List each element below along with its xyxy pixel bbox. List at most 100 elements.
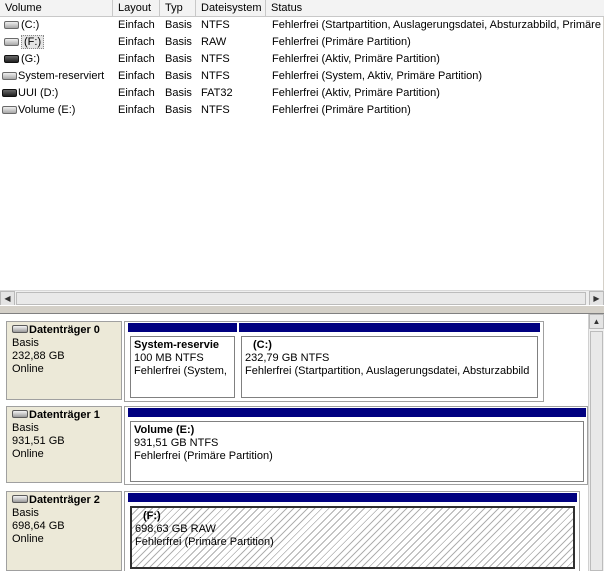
status-cell: Fehlerfrei (Aktiv, Primäre Partition) <box>272 87 440 99</box>
disk-name: Datenträger 0 <box>29 324 100 336</box>
disk-title: Datenträger 0 <box>12 324 121 337</box>
disk-title: Datenträger 1 <box>12 409 121 422</box>
disk-title: Datenträger 2 <box>12 494 121 507</box>
partition-size: 232,79 GB NTFS <box>245 352 330 364</box>
volume-cell: (G:) <box>4 51 112 68</box>
scroll-up-button[interactable]: ▲ <box>589 314 604 329</box>
status-cell: Fehlerfrei (Primäre Partition) <box>272 104 411 116</box>
vertical-scrollbar[interactable]: ▲ <box>588 314 604 571</box>
volume-name: (G:) <box>21 53 40 65</box>
layout-cell: Einfach <box>118 87 155 99</box>
drive-icon <box>2 72 17 80</box>
partition-size: 698,63 GB RAW <box>135 523 216 535</box>
type-cell: Basis <box>165 87 192 99</box>
volume-row[interactable]: (G:) Einfach Basis NTFS Fehlerfrei (Akti… <box>0 51 604 68</box>
vertical-scroll-thumb[interactable] <box>590 331 603 571</box>
filesystem-cell: NTFS <box>201 19 230 31</box>
volume-cell: UUI (D:) <box>2 85 114 102</box>
pane-splitter[interactable] <box>0 305 604 314</box>
partition-name: System-reservie <box>134 339 220 351</box>
column-header-type[interactable]: Typ <box>160 0 196 17</box>
status-cell: Fehlerfrei (Aktiv, Primäre Partition) <box>272 53 440 65</box>
partition-block[interactable]: (C:) 232,79 GB NTFS Fehlerfrei (Startpar… <box>239 323 540 398</box>
disk-type: Basis <box>12 507 39 519</box>
hard-disk-icon <box>12 495 28 503</box>
status-cell: Fehlerfrei (Primäre Partition) <box>272 36 411 48</box>
volume-row[interactable]: Volume (E:) Einfach Basis NTFS Fehlerfre… <box>0 102 604 119</box>
partition-body: (C:) 232,79 GB NTFS Fehlerfrei (Startpar… <box>241 336 538 398</box>
scroll-right-button[interactable]: ▶ <box>589 291 604 306</box>
partition-status: Fehlerfrei (Primäre Partition) <box>134 450 273 462</box>
filesystem-cell: NTFS <box>201 104 230 116</box>
layout-cell: Einfach <box>118 104 155 116</box>
drive-icon <box>2 106 17 114</box>
filesystem-cell: NTFS <box>201 70 230 82</box>
column-header-filesystem[interactable]: Dateisystem <box>196 0 266 17</box>
disk-partition-area: Volume (E:) 931,51 GB NTFS Fehlerfrei (P… <box>124 406 588 485</box>
disk-state: Online <box>12 448 44 460</box>
arrow-right-icon: ▶ <box>593 294 600 303</box>
disk-name: Datenträger 2 <box>29 494 100 506</box>
volume-cell: Volume (E:) <box>2 102 114 119</box>
volume-row[interactable]: UUI (D:) Einfach Basis FAT32 Fehlerfrei … <box>0 85 604 102</box>
scroll-left-button[interactable]: ◀ <box>0 291 15 306</box>
hard-disk-icon <box>12 410 28 418</box>
volume-row[interactable]: (F:) Einfach Basis RAW Fehlerfrei (Primä… <box>0 34 604 51</box>
horizontal-scrollbar[interactable]: ◀ ▶ <box>0 290 604 306</box>
volume-name: UUI (D:) <box>18 87 59 99</box>
arrow-left-icon: ◀ <box>4 294 11 303</box>
disk-info-panel[interactable]: Datenträger 1 Basis 931,51 GB Online <box>6 406 122 483</box>
volume-row[interactable]: (C:) Einfach Basis NTFS Fehlerfrei (Star… <box>0 17 604 34</box>
disk-info-panel[interactable]: Datenträger 2 Basis 698,64 GB Online <box>6 491 122 571</box>
partition-bar <box>128 323 237 332</box>
hard-disk-icon <box>12 325 28 333</box>
status-cell: Fehlerfrei (System, Aktiv, Primäre Parti… <box>272 70 483 82</box>
partition-name: (F:) <box>143 510 161 522</box>
type-cell: Basis <box>165 70 192 82</box>
arrow-up-icon: ▲ <box>592 317 601 326</box>
horizontal-scroll-thumb[interactable] <box>16 292 586 305</box>
partition-size: 931,51 GB NTFS <box>134 437 219 449</box>
status-cell: Fehlerfrei (Startpartition, Auslagerungs… <box>272 19 604 31</box>
partition-bar <box>128 408 586 417</box>
partition-name: Volume (E:) <box>134 424 195 436</box>
layout-cell: Einfach <box>118 36 155 48</box>
partition-body: System-reservie 100 MB NTFS Fehlerfrei (… <box>130 336 235 398</box>
disk-partition-area: System-reservie 100 MB NTFS Fehlerfrei (… <box>124 321 544 402</box>
layout-cell: Einfach <box>118 53 155 65</box>
volume-row[interactable]: System-reserviert Einfach Basis NTFS Feh… <box>0 68 604 85</box>
type-cell: Basis <box>165 104 192 116</box>
disk-type: Basis <box>12 337 39 349</box>
partition-block[interactable]: System-reservie 100 MB NTFS Fehlerfrei (… <box>128 323 237 398</box>
disk-size: 232,88 GB <box>12 350 65 362</box>
volume-name: (C:) <box>21 19 40 31</box>
partition-body: Volume (E:) 931,51 GB NTFS Fehlerfrei (P… <box>130 421 584 482</box>
disk-name: Datenträger 1 <box>29 409 100 421</box>
type-cell: Basis <box>165 19 192 31</box>
partition-status: Fehlerfrei (System, <box>134 365 227 377</box>
disk-state: Online <box>12 533 44 545</box>
layout-cell: Einfach <box>118 19 155 31</box>
volume-name: System-reserviert <box>18 70 105 82</box>
partition-bar <box>128 493 577 502</box>
disk-info-panel[interactable]: Datenträger 0 Basis 232,88 GB Online <box>6 321 122 400</box>
drive-icon <box>4 21 19 29</box>
volume-list-view[interactable]: Volume Layout Typ Dateisystem Status (C:… <box>0 0 604 306</box>
disk-map-view[interactable]: Datenträger 0 Basis 232,88 GB Online Sys… <box>0 314 604 571</box>
filesystem-cell: RAW <box>201 36 227 48</box>
partition-block[interactable]: Volume (E:) 931,51 GB NTFS Fehlerfrei (P… <box>128 408 586 482</box>
column-header-status[interactable]: Status <box>266 0 604 17</box>
layout-cell: Einfach <box>118 70 155 82</box>
filesystem-cell: FAT32 <box>201 87 233 99</box>
volume-cell: (F:) <box>4 34 112 51</box>
disk-type: Basis <box>12 422 39 434</box>
volume-name: Volume (E:) <box>18 104 76 116</box>
partition-block[interactable]: (F:) 698,63 GB RAW Fehlerfrei (Primäre P… <box>128 493 577 569</box>
type-cell: Basis <box>165 53 192 65</box>
volume-list-header: Volume Layout Typ Dateisystem Status <box>0 0 604 17</box>
column-header-volume[interactable]: Volume <box>0 0 113 17</box>
drive-icon <box>4 38 19 46</box>
column-header-layout[interactable]: Layout <box>113 0 160 17</box>
disk-state: Online <box>12 363 44 375</box>
partition-bar <box>239 323 540 332</box>
